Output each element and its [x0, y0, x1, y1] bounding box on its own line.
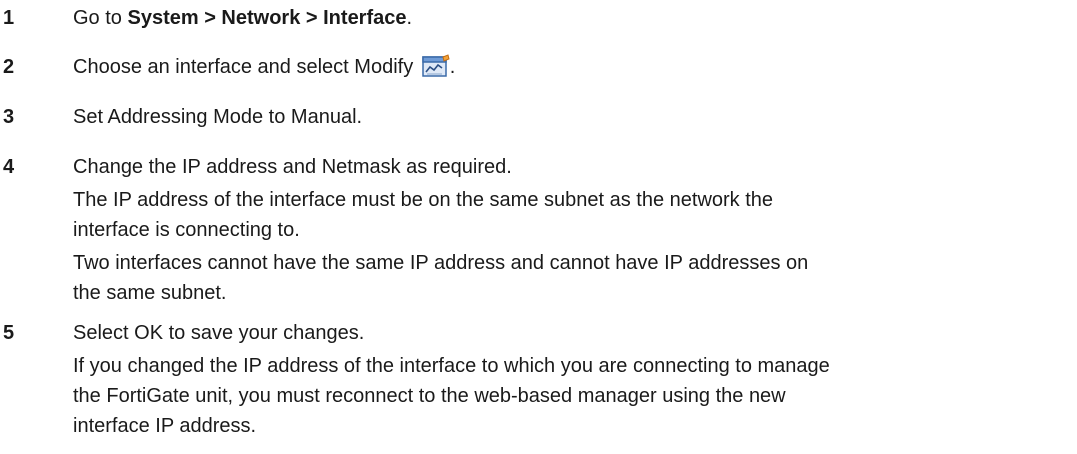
step-number: 5	[3, 322, 15, 344]
step-number: 3	[3, 106, 15, 128]
step-body: Select OK to save your changes. If you c…	[73, 318, 1073, 441]
step-line: Choose an interface and select Modify .	[73, 52, 1073, 82]
step-paragraph: The IP address of the interface must be …	[73, 185, 1073, 245]
step-paragraph: Select OK to save your changes.	[73, 318, 1073, 348]
step-text: .	[406, 7, 413, 29]
step-body: Set Addressing Mode to Manual.	[73, 102, 1073, 132]
step-number: 4	[3, 156, 15, 178]
procedure-steps: 1 Go to System > Network > Interface. 2 …	[0, 0, 1077, 454]
step-line: The IP address of the interface must be …	[73, 189, 774, 211]
step-line: the same subnet.	[73, 282, 227, 304]
step-text: .	[449, 56, 456, 78]
step-line: If you changed the IP address of the int…	[73, 355, 830, 377]
step-line: Change the IP address and Netmask as req…	[73, 156, 512, 178]
step-paragraph: If you changed the IP address of the int…	[73, 351, 1073, 441]
menu-path: System > Network > Interface	[127, 7, 407, 29]
step-line: Two interfaces cannot have the same IP a…	[73, 252, 809, 274]
step-body: Go to System > Network > Interface.	[73, 3, 1073, 33]
step-line: Select OK to save your changes.	[73, 322, 365, 344]
step-body: Change the IP address and Netmask as req…	[73, 152, 1073, 308]
step-line: interface is connecting to.	[73, 219, 300, 241]
step-line: the FortiGate unit, you must reconnect t…	[73, 385, 786, 407]
step-body: Choose an interface and select Modify .	[73, 52, 1073, 82]
step-paragraph: Change the IP address and Netmask as req…	[73, 152, 1073, 182]
step-number: 1	[3, 7, 15, 29]
step-text: Choose an interface and select Modify	[73, 56, 419, 78]
modify-icon	[422, 54, 450, 78]
step-line: interface IP address.	[73, 415, 257, 437]
step-text: Set Addressing Mode to Manual.	[73, 106, 363, 128]
step-number: 2	[3, 56, 15, 78]
step-paragraph: Two interfaces cannot have the same IP a…	[73, 248, 1073, 308]
step-line: Go to System > Network > Interface.	[73, 3, 1073, 33]
step-text: Go to	[73, 7, 128, 29]
